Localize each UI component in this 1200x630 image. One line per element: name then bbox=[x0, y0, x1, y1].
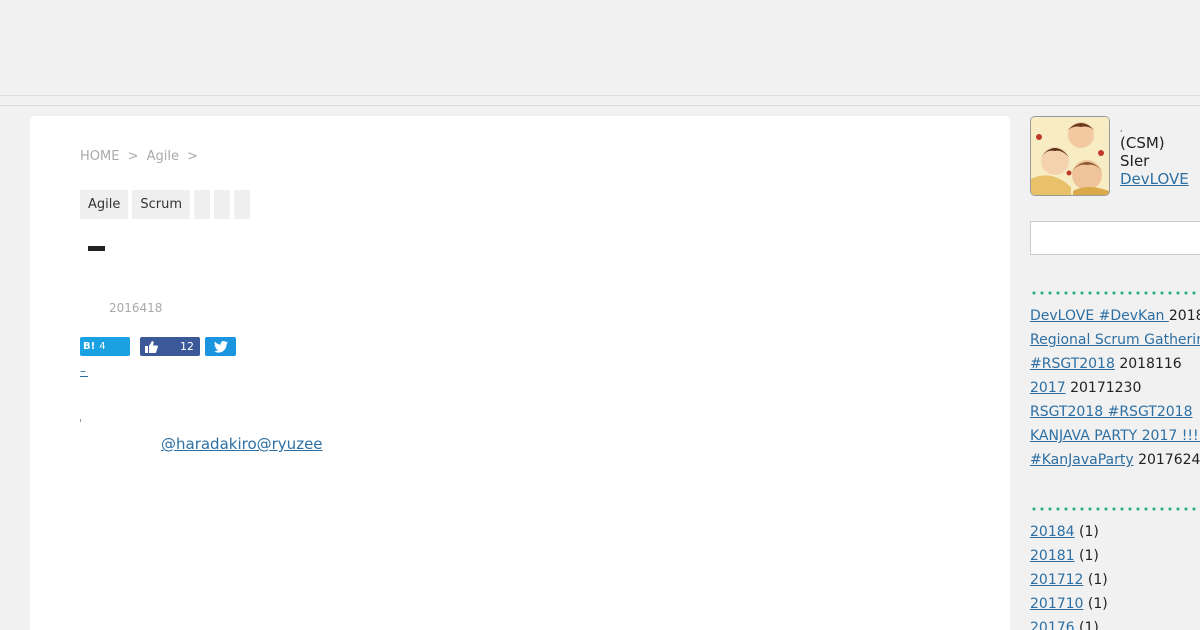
profile-mark: , bbox=[1120, 124, 1123, 133]
recent-post-date: 20171230 bbox=[1070, 380, 1142, 396]
breadcrumb: HOME > Agile > bbox=[80, 149, 202, 164]
archive-list: 20184 (1) 20181 (1) 201712 (1) 201710 (1… bbox=[1030, 520, 1108, 630]
share-buttons: B! 4 12 bbox=[80, 337, 236, 356]
archive-link[interactable]: 20184 bbox=[1030, 524, 1075, 540]
thumbs-up-icon bbox=[145, 340, 158, 353]
recent-post-item: KANJAVA PARTY 2017 !!!! bbox=[1030, 424, 1200, 448]
sidebar: , (CSM) SIer DevLOVE DevLOVE #DevKan 201… bbox=[1030, 116, 1200, 630]
archive-count: (1) bbox=[1079, 548, 1099, 564]
recent-post-item: RSGT2018 #RSGT2018 bbox=[1030, 400, 1200, 424]
search-input[interactable] bbox=[1030, 221, 1200, 255]
archive-item: 201712 (1) bbox=[1030, 568, 1108, 592]
breadcrumb-separator: > bbox=[187, 149, 199, 164]
archive-count: (1) bbox=[1079, 524, 1099, 540]
archive-count: (1) bbox=[1087, 572, 1108, 588]
hatena-icon: B! bbox=[83, 341, 96, 352]
recent-post-link[interactable]: KANJAVA PARTY 2017 !!!! bbox=[1030, 428, 1200, 444]
recent-post-link[interactable]: RSGT2018 #RSGT2018 bbox=[1030, 404, 1192, 420]
twitter-bird-icon bbox=[213, 340, 228, 353]
like-count: 12 bbox=[180, 340, 194, 353]
article-card: HOME > Agile > Agile Scrum 2016418 B! 4 … bbox=[30, 116, 1010, 630]
avatar bbox=[1030, 116, 1110, 196]
section-divider bbox=[1030, 507, 1200, 511]
archive-item: 20176 (1) bbox=[1030, 616, 1108, 630]
profile-line1: (CSM) bbox=[1120, 134, 1165, 152]
recent-post-item: 2017 20171230 bbox=[1030, 376, 1200, 400]
archive-link[interactable]: 201712 bbox=[1030, 572, 1083, 588]
article-title bbox=[88, 246, 105, 251]
archive-count: (1) bbox=[1079, 620, 1099, 630]
recent-post-item: #KanJavaParty 2017624 bbox=[1030, 448, 1200, 472]
tag-scrum[interactable]: Scrum bbox=[132, 190, 191, 219]
section-divider bbox=[1030, 291, 1200, 295]
profile-line2: SIer bbox=[1120, 152, 1150, 170]
hatena-bookmark-button[interactable]: B! 4 bbox=[80, 337, 130, 356]
archive-item: 20184 (1) bbox=[1030, 520, 1108, 544]
archive-link[interactable]: 20181 bbox=[1030, 548, 1075, 564]
profile-devlove-link[interactable]: DevLOVE bbox=[1120, 170, 1189, 188]
recent-post-date: 2017624 bbox=[1138, 452, 1200, 468]
recent-post-link[interactable]: DevLOVE #DevKan bbox=[1030, 308, 1169, 324]
recent-post-link[interactable]: #KanJavaParty bbox=[1030, 452, 1134, 468]
archive-link[interactable]: 201710 bbox=[1030, 596, 1083, 612]
recent-post-link[interactable]: #RSGT2018 bbox=[1030, 356, 1115, 372]
breadcrumb-home[interactable]: HOME bbox=[80, 149, 119, 164]
recent-post-link[interactable]: Regional Scrum Gathering bbox=[1030, 332, 1200, 348]
breadcrumb-agile[interactable]: Agile bbox=[147, 149, 179, 164]
tag-empty[interactable] bbox=[194, 190, 211, 219]
site-header bbox=[0, 0, 1200, 96]
post-date: 2016418 bbox=[109, 301, 163, 315]
facebook-like-button[interactable]: 12 bbox=[140, 337, 200, 356]
archive-link[interactable]: 20176 bbox=[1030, 620, 1075, 630]
author-handles-link[interactable]: @haradakiro@ryuzee bbox=[161, 435, 323, 453]
tag-list: Agile Scrum bbox=[80, 190, 251, 219]
profile-text: , (CSM) SIer DevLOVE bbox=[1120, 124, 1189, 188]
profile-illustration-icon bbox=[1031, 117, 1109, 195]
recent-post-date: 2018 bbox=[1168, 308, 1200, 324]
archive-item: 201710 (1) bbox=[1030, 592, 1108, 616]
recent-post-item: #RSGT2018 2018116 bbox=[1030, 352, 1200, 376]
recent-post-date: 2018116 bbox=[1119, 356, 1182, 372]
hatena-count: 4 bbox=[99, 341, 106, 352]
tweet-button[interactable] bbox=[205, 337, 236, 356]
recent-post-item: DevLOVE #DevKan 2018 bbox=[1030, 304, 1200, 328]
tag-empty[interactable] bbox=[214, 190, 231, 219]
anchor-link[interactable]: – bbox=[80, 364, 88, 378]
text-mark bbox=[80, 419, 81, 422]
archive-item: 20181 (1) bbox=[1030, 544, 1108, 568]
tag-agile[interactable]: Agile bbox=[80, 190, 129, 219]
recent-post-link[interactable]: 2017 bbox=[1030, 380, 1066, 396]
archive-count: (1) bbox=[1087, 596, 1108, 612]
breadcrumb-separator: > bbox=[127, 149, 139, 164]
recent-posts-list: DevLOVE #DevKan 2018 Regional Scrum Gath… bbox=[1030, 304, 1200, 472]
tag-empty[interactable] bbox=[234, 190, 251, 219]
recent-post-item: Regional Scrum Gathering bbox=[1030, 328, 1200, 352]
header-divider bbox=[0, 105, 1200, 106]
